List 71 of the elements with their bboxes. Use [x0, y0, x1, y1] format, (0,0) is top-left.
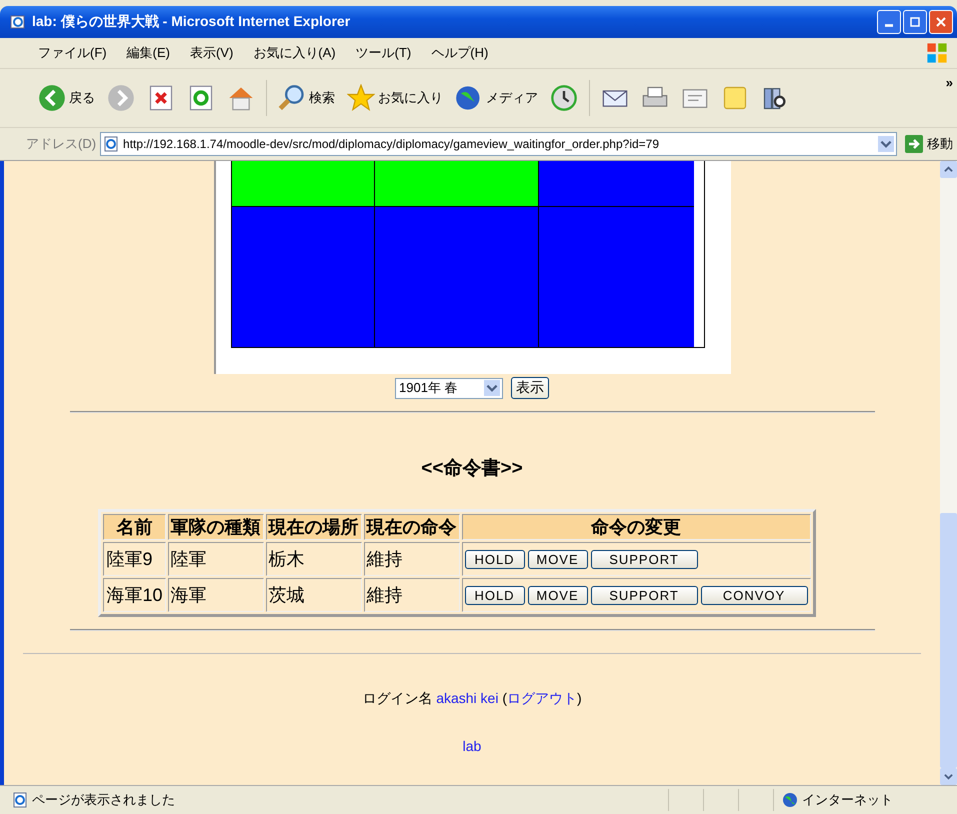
- order-button[interactable]: SUPPORT: [590, 586, 698, 604]
- clock-icon: [550, 84, 578, 112]
- status-text: ページが表示されました: [32, 791, 176, 809]
- window-title: lab: 僕らの世界大戦 - Microsoft Internet Explorer: [32, 13, 352, 31]
- browser-icon: [10, 14, 26, 30]
- menu-item[interactable]: ヘルプ(H): [421, 44, 498, 62]
- column-header: 現在の命令: [364, 514, 460, 540]
- zone-text: インターネット: [802, 791, 893, 809]
- star-icon: [347, 84, 375, 112]
- page-icon: [103, 136, 120, 152]
- address-label: アドレス(D): [26, 135, 96, 153]
- season-select[interactable]: 1901年 春: [395, 378, 503, 398]
- note-icon: [721, 84, 749, 112]
- search-button[interactable]: 検索: [274, 82, 339, 114]
- page-icon: [12, 792, 28, 808]
- close-icon: [936, 17, 946, 27]
- search-icon: [278, 84, 306, 112]
- arrow-right-icon: [107, 84, 135, 112]
- site-link[interactable]: lab: [462, 738, 482, 754]
- paren: ): [577, 690, 582, 706]
- arrow-right-icon: [905, 135, 923, 153]
- arrow-left-icon: [38, 84, 66, 112]
- menu-item[interactable]: ツール(T): [346, 44, 422, 62]
- scrollbar[interactable]: [940, 161, 957, 785]
- table-cell: 海軍10: [103, 578, 166, 612]
- globe-icon: [782, 792, 798, 808]
- favorites-button[interactable]: お気に入り: [343, 82, 447, 114]
- maximize-button[interactable]: [903, 10, 927, 34]
- logout-link[interactable]: ログアウト: [507, 690, 578, 706]
- paren: (: [502, 690, 508, 706]
- table-cell: 陸軍: [168, 542, 264, 576]
- media-button[interactable]: メディア: [451, 82, 542, 114]
- address-field[interactable]: http://192.168.1.74/moodle-dev/src/mod/diplomacy/diplomacy/gameview_waitingfor_order.php?id=79: [100, 132, 897, 156]
- minimize-button[interactable]: [877, 10, 901, 34]
- show-button[interactable]: 表示: [511, 377, 549, 399]
- go-button[interactable]: 移動: [901, 135, 957, 153]
- order-button[interactable]: HOLD: [464, 586, 525, 604]
- orders-heading: <<命令書>>: [421, 457, 523, 481]
- menu-item[interactable]: ファイル(F): [28, 44, 117, 62]
- login-label: ログイン名: [362, 690, 432, 706]
- menu-item[interactable]: 表示(V): [180, 44, 244, 62]
- order-button[interactable]: SUPPORT: [590, 550, 698, 568]
- menu-item[interactable]: 編集(E): [116, 44, 180, 62]
- maximize-icon: [910, 17, 920, 27]
- order-button[interactable]: CONVOY: [700, 586, 808, 604]
- table-cell: 陸軍9: [103, 542, 166, 576]
- order-button[interactable]: MOVE: [528, 550, 588, 568]
- more-button[interactable]: »: [946, 75, 953, 90]
- scroll-up-icon[interactable]: [944, 165, 953, 174]
- user-link[interactable]: akashi kei: [436, 690, 498, 706]
- windows-logo-icon: [925, 41, 949, 65]
- menu-item[interactable]: お気に入り(A): [243, 44, 346, 62]
- order-button[interactable]: MOVE: [528, 586, 588, 604]
- table-cell: 維持: [364, 578, 460, 612]
- column-header: 現在の場所: [266, 514, 362, 540]
- column-header: 軍隊の種類: [168, 514, 264, 540]
- table-cell: 海軍: [168, 578, 264, 612]
- dropdown-icon[interactable]: [878, 136, 894, 152]
- table-cell: 栃木: [266, 542, 362, 576]
- minimize-icon: [885, 24, 893, 26]
- column-header: 名前: [103, 514, 166, 540]
- scroll-down-icon[interactable]: [944, 772, 953, 781]
- dropdown-icon: [484, 380, 500, 396]
- stop-icon: [147, 84, 175, 112]
- close-button[interactable]: [929, 10, 953, 34]
- table-cell: 茨城: [266, 578, 362, 612]
- back-button[interactable]: 戻る: [34, 82, 99, 114]
- table-cell: 維持: [364, 542, 460, 576]
- column-header: 命令の変更: [462, 514, 811, 540]
- refresh-icon: [187, 84, 215, 112]
- order-button[interactable]: HOLD: [464, 550, 525, 568]
